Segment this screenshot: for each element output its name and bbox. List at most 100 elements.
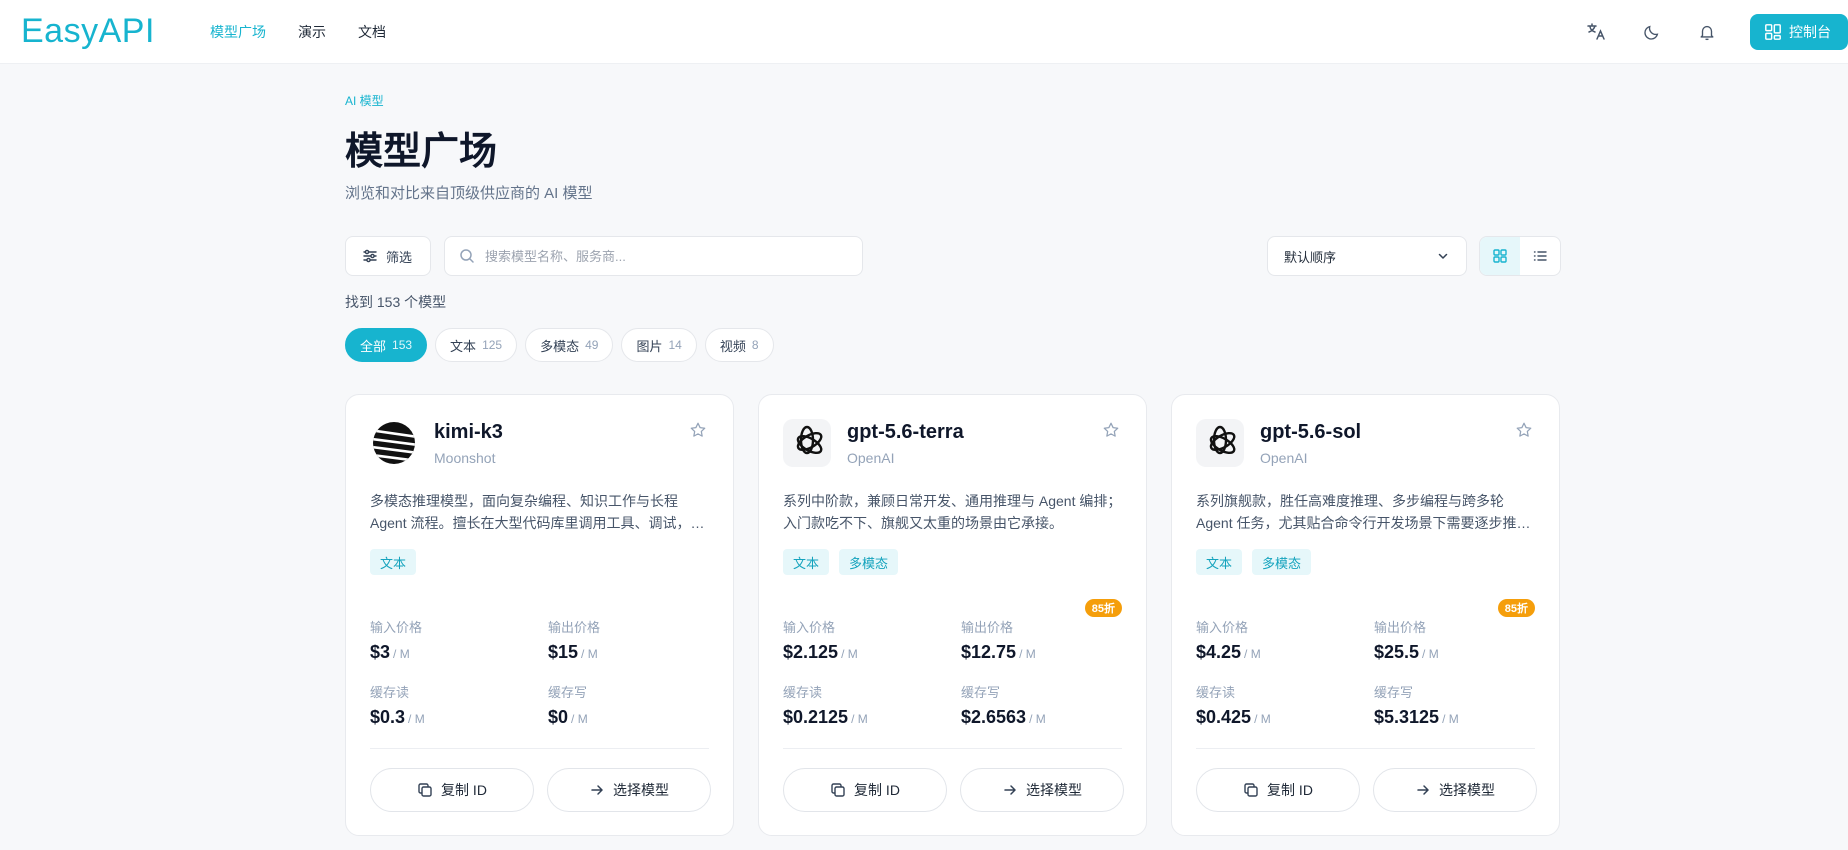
category-chip-all[interactable]: 全部 153 <box>345 328 428 362</box>
page-subtitle: 浏览和对比来自顶级供应商的 AI 模型 <box>345 185 593 202</box>
cache-read-label: 缓存读 <box>783 685 823 700</box>
select-model-label: 选择模型 <box>1439 782 1495 798</box>
moon-icon[interactable] <box>1640 20 1664 44</box>
select-model-label: 选择模型 <box>1026 782 1082 798</box>
cache-read-price: 缓存读 $0.3/ M <box>370 682 425 728</box>
category-chip-text[interactable]: 文本 125 <box>435 328 518 362</box>
model-card[interactable]: kimi-k3 Moonshot 多模态推理模型，面向复杂编程、知识工作与长程 … <box>345 394 734 836</box>
favorite-star-icon[interactable] <box>689 421 707 444</box>
arrow-right-icon <box>591 785 603 795</box>
card-divider <box>370 748 709 749</box>
sort-select-value: 默认顺序 <box>1284 249 1337 265</box>
copy-id-button[interactable]: 复制 ID <box>783 768 947 812</box>
output-price-label: 输出价格 <box>1374 620 1427 635</box>
output-price-value: $25.5 <box>1374 642 1420 662</box>
input-price-label: 输入价格 <box>783 620 836 635</box>
input-price: 输入价格 $4.25/ M <box>1196 617 1261 663</box>
input-price: 输入价格 $3/ M <box>370 617 422 663</box>
model-tags: 文本 多模态 <box>1196 549 1312 575</box>
result-count: 找到 153 个模型 <box>345 294 447 310</box>
nav-item-docs[interactable]: 文档 <box>358 22 386 42</box>
price-unit: / M <box>1254 712 1271 726</box>
model-name: kimi-k3 <box>434 421 503 443</box>
favorite-star-icon[interactable] <box>1515 421 1533 444</box>
filter-button[interactable]: 筛选 <box>345 236 431 276</box>
category-chip-video[interactable]: 视频 8 <box>704 328 774 362</box>
select-model-label: 选择模型 <box>613 782 669 798</box>
copy-id-button[interactable]: 复制 ID <box>370 768 534 812</box>
model-provider: Moonshot <box>434 450 496 466</box>
output-price-value: $15 <box>548 642 579 662</box>
select-model-button[interactable]: 选择模型 <box>1373 768 1537 812</box>
model-tags: 文本 多模态 <box>783 549 899 575</box>
model-card[interactable]: gpt-5.6-sol OpenAI 系列旗舰款，胜任高难度推理、多步编程与跨多… <box>1171 394 1560 836</box>
input-price-value: $2.125 <box>783 642 839 662</box>
list-view-button[interactable] <box>1520 237 1560 275</box>
copy-id-button[interactable]: 复制 ID <box>1196 768 1360 812</box>
search-input[interactable] <box>485 248 845 264</box>
cache-write-value: $0 <box>548 707 569 727</box>
bell-icon[interactable] <box>1695 20 1719 44</box>
model-tags: 文本 <box>370 549 417 575</box>
cache-read-price: 缓存读 $0.2125/ M <box>783 682 868 728</box>
price-unit: / M <box>1244 647 1261 661</box>
model-tag: 多模态 <box>839 549 899 575</box>
cache-read-value: $0.3 <box>370 707 406 727</box>
page-title: 模型广场 <box>345 131 498 173</box>
output-price-value: $12.75 <box>961 642 1017 662</box>
openai-logo-icon <box>1196 419 1244 467</box>
input-price-value: $3 <box>370 642 391 662</box>
copy-id-label: 复制 ID <box>441 782 487 798</box>
model-tag: 多模态 <box>1252 549 1312 575</box>
cache-write-label: 缓存写 <box>961 685 1001 700</box>
arrow-right-icon <box>1004 785 1016 795</box>
cache-write-label: 缓存写 <box>1374 685 1414 700</box>
cache-write-value: $2.6563 <box>961 707 1027 727</box>
search-box <box>444 236 863 276</box>
model-tag: 文本 <box>370 549 417 575</box>
moonshot-logo-icon <box>370 419 418 467</box>
list-icon <box>1533 251 1547 261</box>
output-price-label: 输出价格 <box>961 620 1014 635</box>
output-price: 输出价格 $15/ M <box>548 617 600 663</box>
chip-label: 全部 <box>360 338 387 354</box>
view-toggle <box>1479 236 1561 276</box>
grid-icon <box>1493 249 1507 263</box>
discount-badge: 85折 <box>1084 599 1122 617</box>
chip-label: 文本 <box>450 338 477 354</box>
logo[interactable]: EasyAPI <box>21 12 155 51</box>
translate-icon[interactable] <box>1584 20 1608 44</box>
nav-item-model-plaza[interactable]: 模型广场 <box>210 22 266 42</box>
dashboard-icon <box>1765 24 1781 40</box>
top-navigation-bar: EasyAPI 模型广场 演示 文档 控制台 <box>0 0 1848 64</box>
price-unit: / M <box>1442 712 1459 726</box>
output-price: 输出价格 $25.5/ M <box>1374 617 1439 663</box>
price-unit: / M <box>408 712 425 726</box>
sort-select[interactable]: 默认顺序 <box>1267 236 1467 276</box>
input-price-label: 输入价格 <box>1196 620 1249 635</box>
sliders-icon <box>363 249 377 263</box>
category-chips: 全部 153 文本 125 多模态 49 图片 14 视频 8 <box>345 328 774 362</box>
chip-label: 视频 <box>719 338 746 354</box>
favorite-star-icon[interactable] <box>1102 421 1120 444</box>
cache-read-value: $0.2125 <box>783 707 849 727</box>
category-chip-multimodal[interactable]: 多模态 49 <box>525 328 614 362</box>
cache-write-price: 缓存写 $2.6563/ M <box>961 682 1046 728</box>
input-price: 输入价格 $2.125/ M <box>783 617 858 663</box>
select-model-button[interactable]: 选择模型 <box>547 768 711 812</box>
price-unit: / M <box>581 647 598 661</box>
select-model-button[interactable]: 选择模型 <box>960 768 1124 812</box>
main-nav: 模型广场 演示 文档 <box>210 22 386 42</box>
model-card-grid: kimi-k3 Moonshot 多模态推理模型，面向复杂编程、知识工作与长程 … <box>345 394 1560 836</box>
model-card[interactable]: gpt-5.6-terra OpenAI 系列中阶款，兼顾日常开发、通用推理与 … <box>758 394 1147 836</box>
grid-view-button[interactable] <box>1480 237 1520 275</box>
nav-item-demo[interactable]: 演示 <box>298 22 326 42</box>
price-unit: / M <box>1422 647 1439 661</box>
chevron-down-icon <box>1438 253 1448 259</box>
category-chip-image[interactable]: 图片 14 <box>621 328 697 362</box>
price-unit: / M <box>1019 647 1036 661</box>
card-divider <box>1196 748 1535 749</box>
output-price: 输出价格 $12.75/ M <box>961 617 1036 663</box>
search-icon <box>460 249 474 263</box>
console-button[interactable]: 控制台 <box>1750 14 1848 50</box>
